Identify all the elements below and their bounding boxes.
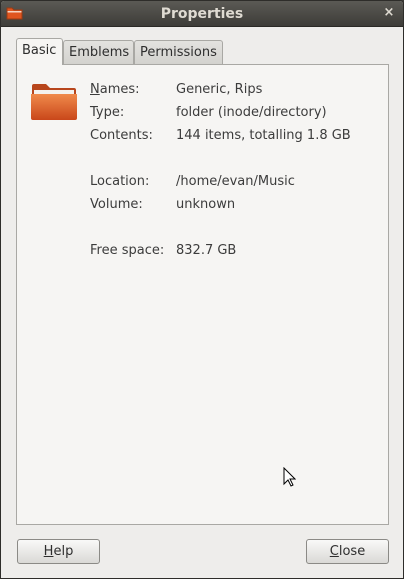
- type-label: Type:: [90, 105, 125, 120]
- free-space-label: Free space:: [90, 243, 165, 258]
- contents-value: 144 items, totalling 1.8 GB: [176, 128, 351, 143]
- window-title: Properties: [160, 6, 244, 22]
- close-icon[interactable]: ×: [383, 6, 395, 20]
- properties-window: Properties × Basic Emblems Permissions N…: [0, 0, 404, 579]
- location-value: /home/evan/Music: [176, 174, 295, 189]
- free-space-value: 832.7 GB: [176, 243, 237, 258]
- contents-label: Contents:: [90, 128, 153, 143]
- title-bar[interactable]: Properties ×: [1, 1, 403, 27]
- volume-label: Volume:: [90, 197, 143, 212]
- close-button[interactable]: Close: [306, 539, 389, 564]
- mouse-pointer-icon: [283, 467, 296, 487]
- volume-value: unknown: [176, 197, 236, 212]
- type-value: folder (inode/directory): [176, 105, 327, 120]
- names-label: Names:: [90, 82, 140, 97]
- tab-basic[interactable]: Basic: [16, 38, 63, 65]
- folder-icon: [31, 84, 77, 120]
- tab-permissions[interactable]: Permissions: [134, 40, 223, 64]
- help-button[interactable]: Help: [17, 539, 100, 564]
- names-value: Generic, Rips: [176, 82, 263, 97]
- tab-emblems[interactable]: Emblems: [63, 40, 134, 64]
- location-label: Location:: [90, 174, 150, 189]
